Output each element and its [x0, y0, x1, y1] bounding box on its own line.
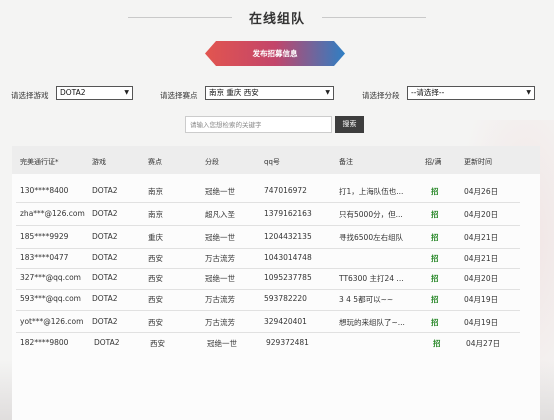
account-cell: 130****8400	[20, 186, 69, 195]
account-cell: 593***@qq.com	[20, 294, 81, 303]
recruit-status-cell: 招	[431, 210, 439, 219]
recruit-status-cell: 招	[431, 295, 439, 304]
division-cell: 万古流芳	[205, 254, 235, 263]
qq-cell: 1379162163	[264, 209, 312, 218]
recruit-status-cell: 招	[433, 339, 441, 348]
game-cell: DOTA2	[92, 186, 118, 195]
publish-recruit-button[interactable]: 发布招募信息	[205, 41, 345, 66]
division-cell: 冠绝一世	[205, 187, 235, 196]
division-cell: 冠绝一世	[205, 233, 235, 242]
division-cell: 超凡入圣	[205, 210, 235, 219]
qq-cell: 929372481	[266, 338, 309, 347]
update-time-cell: 04月19日	[464, 318, 499, 327]
division-filter-label: 请选择分段	[362, 91, 400, 100]
team-list-panel: 完美通行证* 游戏 赛点 分段 qq号 备注 招/满 更新时间 130****8…	[12, 146, 540, 420]
server-cell: 重庆	[148, 233, 163, 242]
note-cell: 打1，上海队伍也...	[339, 187, 404, 196]
server-cell: 南京	[148, 187, 163, 196]
note-cell: 只有5000分，但...	[339, 210, 403, 219]
chevron-down-icon: ▼	[325, 89, 330, 96]
column-header-note: 备注	[339, 158, 353, 166]
account-cell: 182****9800	[20, 338, 69, 347]
row-divider	[16, 248, 520, 249]
qq-cell: 329420401	[264, 317, 307, 326]
recruit-button-label: 发布招募信息	[252, 49, 298, 58]
division-cell: 万古流芳	[205, 295, 235, 304]
column-header-account: 完美通行证*	[20, 158, 59, 166]
qq-cell: 1095237785	[264, 273, 312, 282]
account-cell: 183****0477	[20, 253, 69, 262]
chevron-down-icon: ▼	[124, 89, 129, 96]
division-select-value: --请选择--	[411, 88, 445, 97]
qq-cell: 747016972	[264, 186, 307, 195]
server-cell: 西安	[148, 254, 163, 263]
row-divider	[16, 268, 520, 269]
account-cell: zha***@126.com	[20, 209, 85, 218]
note-cell: 寻找6500左右组队	[339, 233, 404, 242]
account-cell: 185****9929	[20, 232, 69, 241]
row-divider	[16, 202, 520, 203]
qq-cell: 1204432135	[264, 232, 312, 241]
column-header-status: 招/满	[425, 158, 442, 166]
server-cell: 南京	[148, 210, 163, 219]
note-cell: 3 4 5都可以~~	[339, 295, 394, 304]
game-cell: DOTA2	[92, 209, 118, 218]
column-header-server: 赛点	[148, 158, 162, 166]
game-select-value: DOTA2	[60, 88, 86, 97]
game-filter-label: 请选择游戏	[11, 91, 49, 100]
column-header-division: 分段	[205, 158, 219, 166]
update-time-cell: 04月21日	[464, 254, 499, 263]
note-cell: TT6300 主打24 ...	[339, 274, 404, 283]
search-input[interactable]	[186, 117, 331, 132]
server-cell: 西安	[148, 318, 163, 327]
game-cell: DOTA2	[92, 294, 118, 303]
game-cell: DOTA2	[92, 317, 118, 326]
table-header: 完美通行证* 游戏 赛点 分段 qq号 备注 招/满 更新时间	[12, 146, 540, 174]
recruit-status-cell: 招	[431, 254, 439, 263]
update-time-cell: 04月27日	[466, 339, 501, 348]
column-header-time: 更新时间	[464, 158, 492, 166]
server-cell: 西安	[148, 295, 163, 304]
column-header-qq: qq号	[264, 158, 280, 166]
division-cell: 万古流芳	[205, 318, 235, 327]
update-time-cell: 04月26日	[464, 187, 499, 196]
account-cell: 327***@qq.com	[20, 273, 81, 282]
update-time-cell: 04月19日	[464, 295, 499, 304]
server-filter-label: 请选择赛点	[160, 91, 198, 100]
server-select[interactable]: 南京 重庆 西安 ▼	[205, 86, 334, 100]
update-time-cell: 04月20日	[464, 274, 499, 283]
update-time-cell: 04月21日	[464, 233, 499, 242]
column-header-game: 游戏	[92, 158, 106, 166]
server-select-value: 南京 重庆 西安	[209, 88, 259, 97]
game-cell: DOTA2	[94, 338, 120, 347]
update-time-cell: 04月20日	[464, 210, 499, 219]
page-title: 在线组队	[248, 12, 305, 27]
division-select[interactable]: --请选择-- ▼	[407, 86, 535, 100]
game-select[interactable]: DOTA2 ▼	[56, 86, 133, 100]
game-cell: DOTA2	[92, 253, 118, 262]
server-cell: 西安	[150, 339, 165, 348]
account-cell: yot***@126.com	[20, 317, 84, 326]
qq-cell: 593782220	[264, 294, 307, 303]
row-divider	[16, 225, 520, 226]
recruit-status-cell: 招	[431, 187, 439, 196]
game-cell: DOTA2	[92, 232, 118, 241]
recruit-status-cell: 招	[431, 274, 439, 283]
title-divider-right	[322, 17, 426, 18]
game-cell: DOTA2	[92, 273, 118, 282]
note-cell: 想玩的来组队了~...	[339, 318, 405, 327]
search-button[interactable]: 搜索	[335, 116, 364, 133]
chevron-down-icon: ▼	[526, 89, 531, 96]
qq-cell: 1043014748	[264, 253, 312, 262]
server-cell: 西安	[148, 274, 163, 283]
recruit-status-cell: 招	[431, 318, 439, 327]
row-divider	[16, 332, 520, 333]
row-divider	[16, 310, 520, 311]
recruit-status-cell: 招	[431, 233, 439, 242]
search-box[interactable]	[185, 116, 332, 133]
division-cell: 冠绝一世	[205, 274, 235, 283]
division-cell: 冠绝一世	[207, 339, 237, 348]
row-divider	[16, 289, 520, 290]
